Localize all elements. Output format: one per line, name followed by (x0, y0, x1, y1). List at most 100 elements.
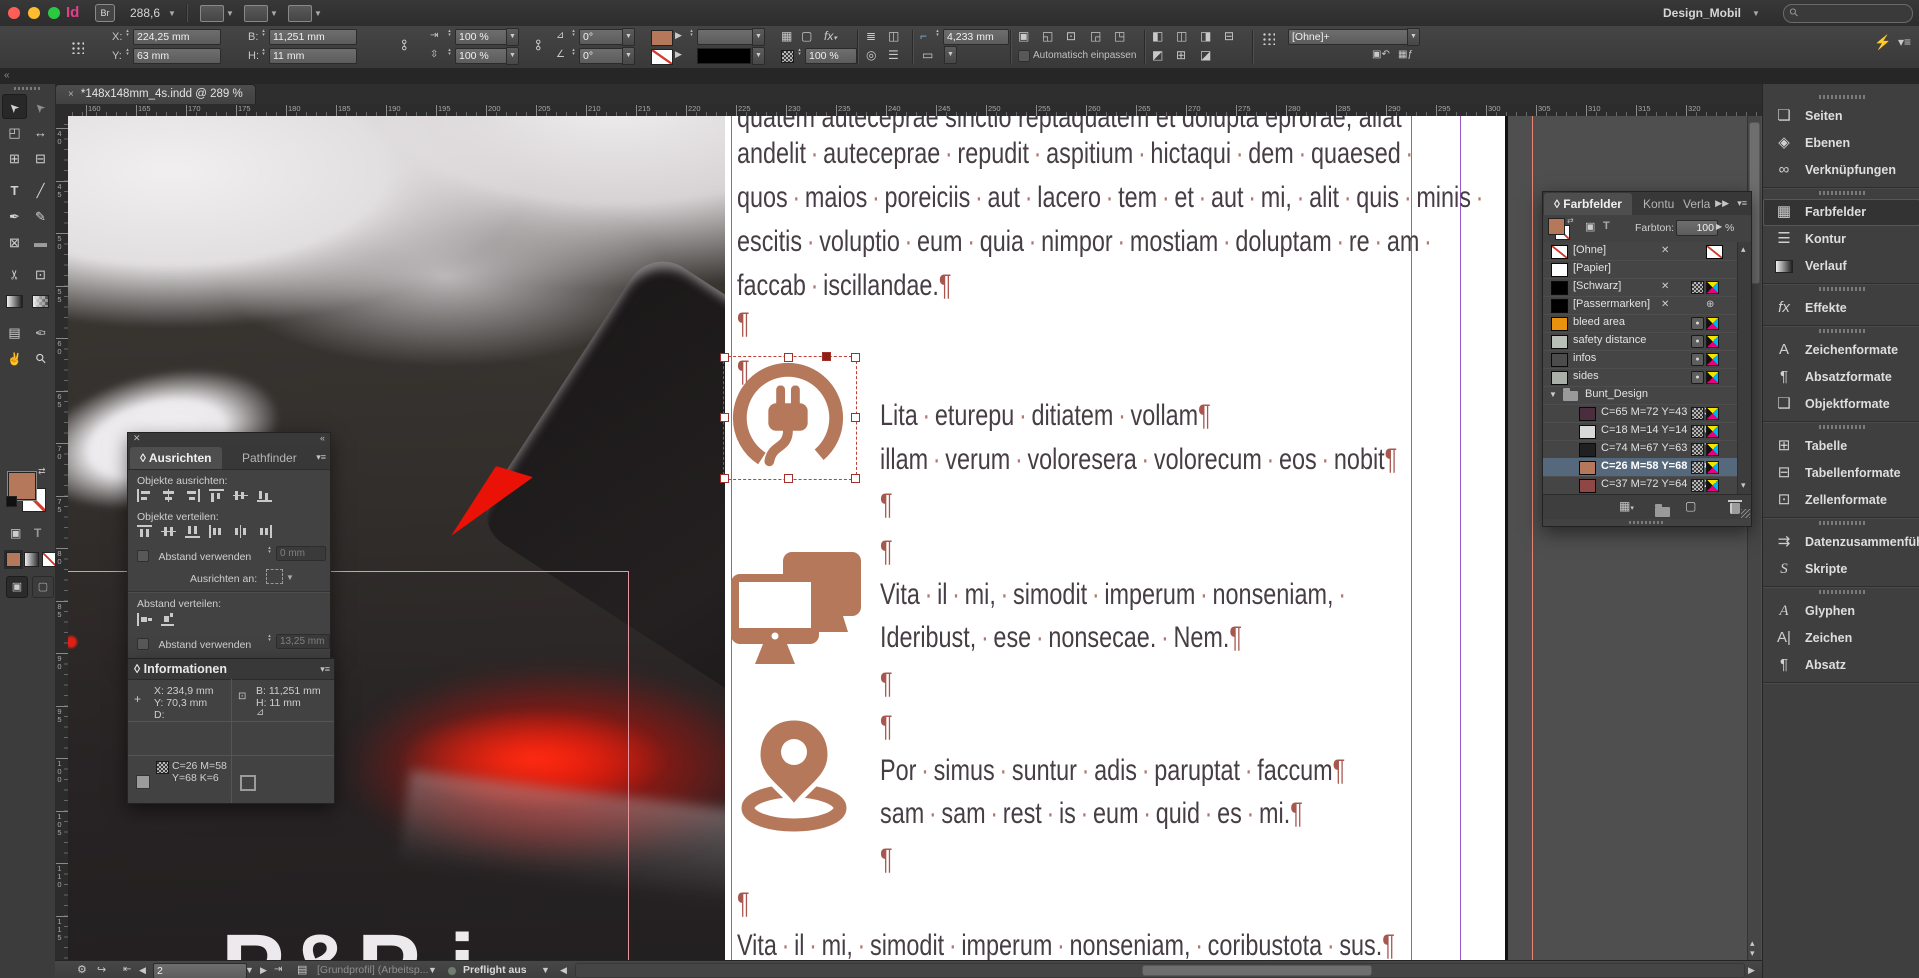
margin-guide-right[interactable] (1460, 116, 1461, 960)
info-stroke-icon[interactable] (240, 775, 256, 791)
fill-proxy-small[interactable] (1548, 218, 1565, 235)
panel-menu-icon[interactable]: ▾≡ (316, 452, 326, 463)
selection-tool[interactable]: ➤ (2, 94, 27, 119)
dock-drag-handle[interactable] (1819, 287, 1865, 291)
fill-stroke-proxy[interactable]: ⇄ (8, 472, 48, 518)
scroll-left-icon[interactable]: ◀ (560, 961, 567, 978)
x-position-field[interactable]: 224,25 mm (133, 29, 221, 45)
selection-frame[interactable] (723, 356, 857, 480)
spacing-stepper-2[interactable]: ▴▾ (266, 634, 273, 648)
next-page-icon[interactable]: ▶ (260, 961, 267, 978)
default-fill-stroke-icon[interactable] (6, 496, 17, 507)
frame-tool[interactable]: ⊠ (2, 230, 27, 255)
stroke-dropdown-icon[interactable]: ▶ (675, 45, 682, 63)
opacity-field[interactable]: 100 % (805, 48, 857, 64)
height-field[interactable]: 11 mm (269, 48, 357, 64)
last-page-icon[interactable]: ⇥ (274, 961, 282, 978)
autofit-checkbox[interactable] (1018, 50, 1030, 62)
tab-kontur[interactable]: Kontu (1639, 193, 1678, 215)
dock-item-glyphen[interactable]: AGlyphen (1763, 598, 1919, 625)
info-panel-titlebar[interactable]: ◊ Informationen ▾≡ (128, 659, 334, 680)
use-spacing-checkbox-2[interactable] (137, 638, 149, 650)
stroke-color-field[interactable] (697, 48, 751, 64)
distribute-right-icon[interactable] (257, 525, 272, 538)
text-line[interactable]: Vita · il · mi, · simodit · imperum · no… (880, 577, 1351, 613)
preflight-dropdown-icon[interactable]: ▼ (541, 961, 550, 978)
spacing-value-field-2[interactable]: 13,25 mm (276, 634, 330, 649)
selection-handle-active[interactable] (822, 352, 831, 361)
apply-gradient-button[interactable] (24, 552, 39, 567)
swatch-row[interactable]: [Schwarz]✕ (1543, 278, 1737, 297)
bridge-button[interactable]: Br (95, 4, 115, 22)
dock-drag-handle[interactable] (1819, 521, 1865, 525)
fit-frame-icon[interactable]: ◱ (1042, 28, 1053, 44)
dock-item-absatz[interactable]: ¶Absatz (1763, 652, 1919, 679)
preflight-status[interactable]: Preflight aus (463, 964, 527, 976)
fill-dropdown-icon[interactable]: ▶ (675, 26, 682, 44)
dock-item-seiten[interactable]: ❏Seiten (1763, 103, 1919, 130)
horizontal-scrollbar-thumb[interactable] (1142, 965, 1372, 976)
dock-item-farbfelder[interactable]: ▦Farbfelder (1763, 199, 1919, 226)
swatch-row[interactable]: C=26 M=58 Y=68 K=6 (1543, 458, 1737, 477)
text-line[interactable]: ¶ (880, 534, 893, 570)
swatch-row[interactable]: ▼ Bunt_Design (1543, 386, 1737, 405)
swatches-resize-handle[interactable] (1629, 521, 1665, 524)
new-group-folder-icon[interactable] (1655, 507, 1670, 517)
zoom-level-value[interactable]: 288,6 (130, 6, 160, 20)
preferences-icon[interactable]: ⚙ (77, 961, 87, 978)
selection-handle[interactable] (851, 353, 860, 362)
expand-tabs-icon[interactable]: ▶▶ (1715, 198, 1729, 209)
apply-color-button[interactable] (6, 552, 21, 567)
fit-proportional-icon[interactable]: ◲ (1090, 28, 1101, 44)
swatch-row[interactable]: safety distance● (1543, 332, 1737, 351)
close-tab-icon[interactable]: × (68, 89, 74, 100)
collapse-panels-icon[interactable]: « (4, 70, 10, 81)
free-transform-tool[interactable]: ⊡ (28, 262, 53, 287)
text-line[interactable]: sam · sam · rest · is · eum · quid · es … (880, 796, 1303, 832)
selection-handle[interactable] (851, 413, 860, 422)
align-panel-titlebar[interactable]: ✕ « (128, 433, 330, 447)
line-tool[interactable]: ╱ (28, 178, 53, 203)
text-line[interactable]: illam · verum · voloresera · volorecum ·… (880, 442, 1397, 478)
rectangle-tool[interactable]: ▬ (28, 230, 53, 255)
stepper-icon[interactable]: ▴▾ (570, 29, 577, 43)
use-spacing-checkbox[interactable] (137, 550, 149, 562)
dock-drag-handle[interactable] (1819, 95, 1865, 99)
dock-drag-handle[interactable] (1819, 329, 1865, 333)
text-wrap-bounding-icon[interactable]: ◫ (888, 28, 899, 44)
dock-drag-handle[interactable] (1819, 425, 1865, 429)
tab-verlauf[interactable]: Verla (1679, 193, 1714, 215)
frame-guide-vertical[interactable] (628, 571, 629, 960)
stroke-weight-field-dropdown-icon[interactable]: ▼ (752, 28, 765, 46)
constrain-scale-icon[interactable]: ⚯ (529, 40, 545, 51)
page-dropdown-icon[interactable]: ▼ (245, 961, 254, 978)
gradient-feather-tool[interactable] (28, 288, 53, 313)
stepper-icon[interactable]: ▴▾ (688, 29, 695, 43)
workspace-switcher[interactable]: Design_Mobil (1663, 6, 1741, 20)
swatch-scroll-down-icon[interactable]: ▾ (1741, 476, 1746, 494)
text-line[interactable]: andelit · auteceprae · repudit · aspitiu… (737, 136, 1418, 172)
fill-proportional-icon[interactable]: ◳ (1114, 28, 1125, 44)
new-swatch-icon[interactable]: ▢ (1685, 499, 1696, 513)
stepper-icon[interactable]: ▴▾ (934, 29, 941, 43)
scissors-tool[interactable]: ✂ (2, 262, 27, 287)
formatting-affects-container-icon[interactable]: ▣ (10, 526, 21, 540)
dock-item-zeichenformate[interactable]: AZeichenformate (1763, 337, 1919, 364)
text-line[interactable]: ¶ (880, 709, 893, 745)
align-left-icon[interactable]: ◧ (1152, 28, 1163, 44)
swap-fill-stroke-icon[interactable]: ⇄ (38, 466, 46, 477)
align-to-caret-icon[interactable]: ▼ (286, 573, 294, 582)
align-top-icon[interactable] (209, 489, 224, 502)
swatch-row[interactable]: C=65 M=72 Y=43 K=34 (1543, 404, 1737, 423)
rotation-field-dropdown-icon[interactable]: ▼ (622, 28, 635, 46)
swatch-row[interactable]: [Passermarken]⊕✕ (1543, 296, 1737, 315)
fit-content-icon[interactable]: ▣ (1018, 28, 1029, 44)
text-line[interactable]: ¶ (880, 842, 893, 878)
swatch-row[interactable]: C=37 M=72 Y=64 K=27 (1543, 476, 1737, 495)
stepper-icon[interactable]: ▴▾ (796, 48, 803, 62)
align-bottom-icon[interactable] (257, 489, 272, 502)
text-wrap-shape-icon[interactable]: ☰ (888, 47, 899, 63)
distribute-center-icon[interactable]: ⊞ (1176, 47, 1186, 63)
dock-drag-handle[interactable] (1819, 590, 1865, 594)
scale-x-field[interactable]: 100 % (455, 29, 511, 45)
